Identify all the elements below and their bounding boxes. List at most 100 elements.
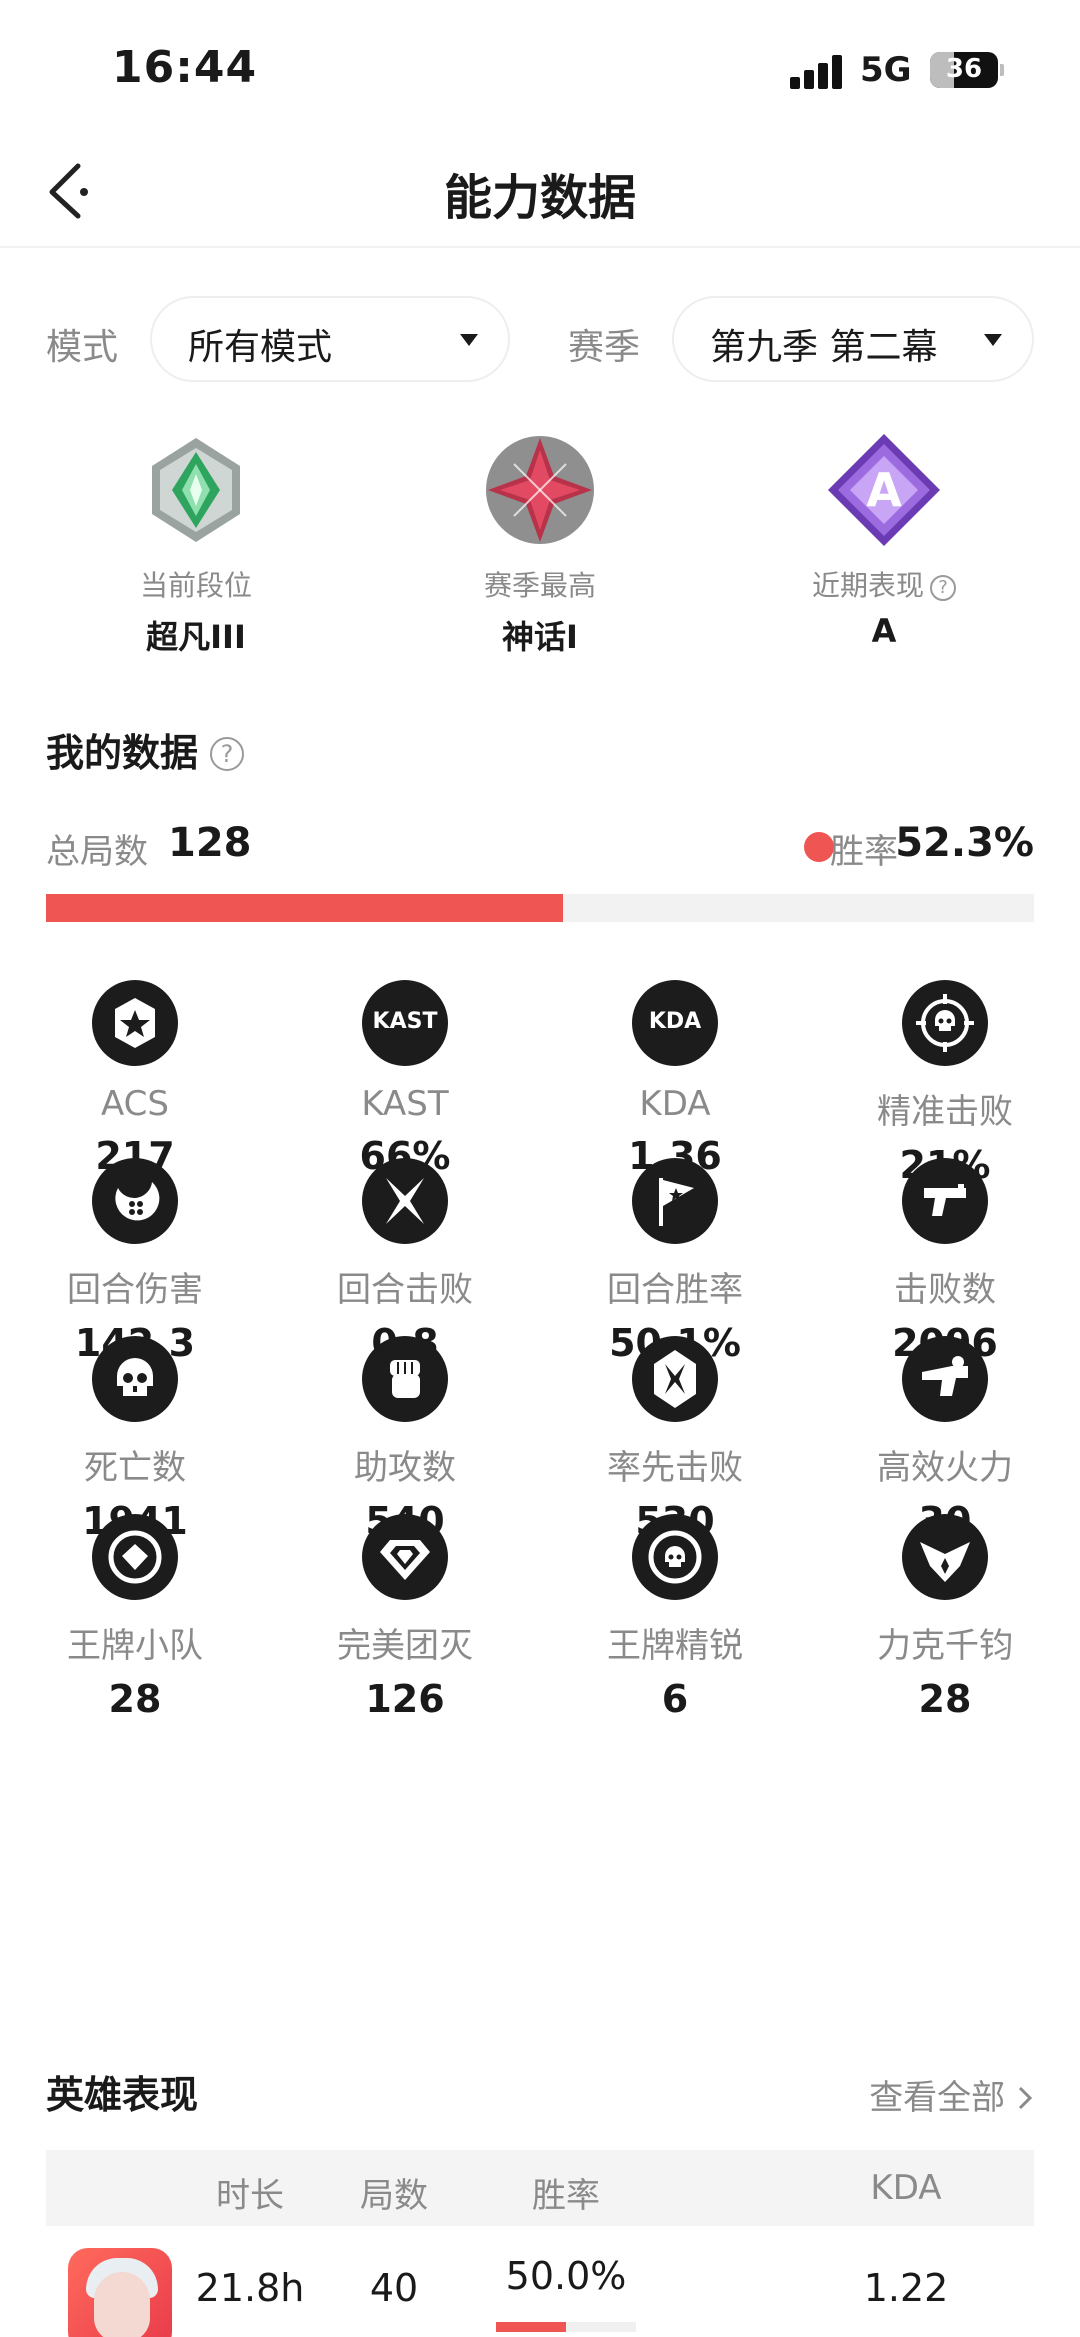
column-header: 局数 [360,2176,428,2216]
battery-icon: 36 [930,52,998,88]
mode-select[interactable]: 所有模式 [150,296,510,382]
rank-current[interactable]: 当前段位 超凡III [46,430,346,658]
rifle-icon [902,1336,988,1422]
stat-label: 回合胜率 [607,1270,743,1310]
win-rate-value: 52.3% [895,820,1034,866]
stat-label: 完美团灭 [337,1626,473,1666]
stat-cell: 高效火力30 [810,1336,1080,1543]
stat-value: 28 [918,1677,972,1721]
elite-skull-icon [632,1514,718,1600]
fist-icon [362,1336,448,1422]
first-blood-icon [632,1336,718,1422]
ace-squad-icon [92,1514,178,1600]
season-select[interactable]: 第九季 第二幕 [672,296,1034,382]
diamond-rank-emblem-icon [136,430,256,550]
status-bar: 16:44 5G 36 [0,0,1080,130]
hero-section-header: 英雄表现 查看全部 [46,2064,1034,2124]
rank-recent[interactable]: A 近期表现? A [734,430,1034,650]
stat-cell: 助攻数540 [270,1336,540,1543]
stat-cell: 精准击败21% [810,980,1080,1187]
stat-label: 击败数 [894,1270,996,1310]
clutch-wings-icon [902,1514,988,1600]
stat-cell: 王牌精锐 6 [540,1514,810,1721]
stat-cell: KDA KDA 1.36 [540,980,810,1178]
rank-value: 超凡III [146,618,246,656]
stat-cell: 王牌小队 28 [0,1514,270,1721]
my-data-section: 我的数据? [46,722,245,777]
help-icon[interactable]: ? [210,737,245,771]
battery-level-text: 36 [945,54,983,84]
hero-games: 40 [369,2266,419,2310]
column-header: 胜率 [532,2176,600,2216]
rank-caption-text: 近期表现 [811,569,924,602]
battery-tip [1000,64,1004,76]
mode-label: 模式 [46,327,119,368]
chevron-right-icon [1018,2086,1033,2110]
stat-cell: 回合胜率50.1% [540,1158,810,1365]
pistol-icon [902,1158,988,1244]
help-icon[interactable]: ? [930,575,956,601]
diamond-icon [362,1514,448,1600]
stat-label: 回合击败 [337,1270,473,1310]
stat-label: 死亡数 [84,1448,186,1488]
damage-icon [92,1158,178,1244]
stat-label: 王牌小队 [67,1626,203,1666]
stat-cell: ACS 217 [0,980,270,1178]
stat-label: 王牌精锐 [607,1626,743,1666]
chevron-down-icon [460,334,478,346]
page-title: 能力数据 [443,170,636,226]
stat-cell: 力克千钧 28 [810,1514,1080,1721]
view-all-link[interactable]: 查看全部 [869,2070,1034,2119]
stat-cell: 死亡数1941 [0,1336,270,1543]
rank-caption: 当前段位 [139,569,252,602]
win-rate-bar [46,894,1034,922]
chevron-down-icon [984,334,1002,346]
stat-label: 助攻数 [354,1448,456,1488]
svg-text:A: A [866,463,902,517]
nav-bar: 能力数据 [0,130,1080,248]
stat-cell: 率先击败530 [540,1336,810,1543]
mythic-rank-emblem-icon [480,430,600,550]
icon-text: KAST [372,1009,438,1034]
flag-icon [632,1158,718,1244]
skull-icon [92,1336,178,1422]
filter-row: 模式 所有模式 赛季 第九季 第二幕 [0,296,1080,386]
stat-cell: 回合击败0.8 [270,1158,540,1365]
rank-value: A [871,612,897,650]
network-type: 5G [860,50,912,90]
stat-value: 6 [661,1677,689,1721]
agent-avatar-icon [68,2248,172,2337]
section-title: 英雄表现 [46,2073,199,2117]
total-games-value: 128 [168,820,252,866]
stat-cell: 击败数2096 [810,1158,1080,1365]
stat-label: 力克千钧 [877,1626,1013,1666]
season-label: 赛季 [568,327,641,368]
stat-cell: 完美团灭 126 [270,1514,540,1721]
column-header: KDA [870,2168,942,2208]
column-header: 时长 [216,2176,284,2216]
mode-select-value: 所有模式 [188,327,333,368]
hero-kda: 1.22 [863,2266,949,2310]
section-title: 我的数据 [46,731,199,775]
stat-cell: 回合伤害142.3 [0,1158,270,1365]
hero-duration: 21.8h [195,2266,305,2310]
signal-icon [790,55,846,89]
rank-caption: 近期表现? [734,564,1034,604]
kast-icon: KAST [362,980,448,1066]
crossed-blades-icon [362,1158,448,1244]
stat-label: 率先击败 [607,1448,743,1488]
stat-label: 高效火力 [877,1448,1013,1488]
hero-table-header: 时长 局数 胜率 KDA [46,2150,1034,2226]
stat-label: KAST [361,1084,449,1124]
hero-win-rate-bar [496,2322,636,2332]
win-rate-label: 胜率 [830,832,898,872]
view-all-text: 查看全部 [869,2078,1006,2118]
total-games-label: 总局数 [46,832,148,872]
hero-win-rate: 50.0% [505,2254,627,2298]
season-select-value: 第九季 第二幕 [710,327,938,368]
table-row[interactable]: 21.8h 40 50.0% 1.22 [46,2226,1034,2337]
games-summary: 总局数 128 胜率 52.3% [46,818,1034,878]
rank-season-best[interactable]: 赛季最高 神话I [390,430,690,658]
rank-value: 神话I [502,618,578,656]
kda-icon: KDA [632,980,718,1066]
